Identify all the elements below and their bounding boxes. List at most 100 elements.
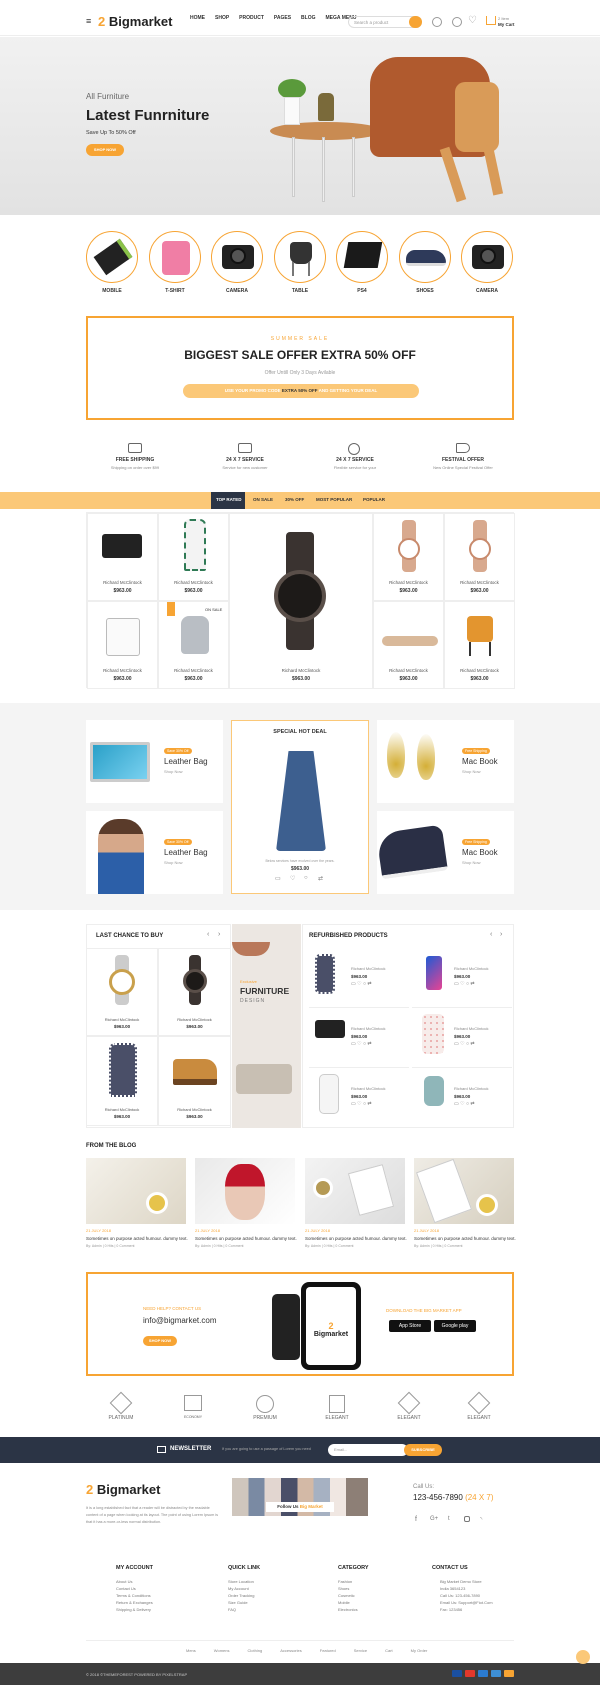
product-card[interactable]: ON SALE Richard McClintock $963.00: [158, 601, 229, 689]
blog-post-image[interactable]: [305, 1158, 405, 1224]
category-label[interactable]: PS4: [332, 288, 392, 294]
cart-icon[interactable]: ▭ ♡ ○ ⇄: [351, 1041, 372, 1047]
category-label[interactable]: CAMERA: [207, 288, 267, 294]
category-label[interactable]: MOBILE: [82, 288, 142, 294]
blog-post-image[interactable]: [414, 1158, 514, 1224]
nav-blog[interactable]: BLOG: [301, 15, 315, 21]
refurb-item[interactable]: Richard McClintock $963.00 ▭ ♡ ○ ⇄: [412, 950, 512, 1008]
mini-product[interactable]: Richard McClintock $963.00: [158, 1036, 231, 1126]
category-camera-2[interactable]: [461, 231, 513, 283]
heart-icon[interactable]: ♡: [468, 15, 477, 26]
settings-icon[interactable]: [452, 17, 462, 27]
cart-icon[interactable]: ▭ ♡ ○ ⇄: [454, 1041, 475, 1047]
nav-home[interactable]: HOME: [190, 15, 205, 21]
deal-link[interactable]: Shop Now: [462, 860, 480, 865]
tab-popular[interactable]: POPULAR: [363, 497, 385, 502]
special-hot-deal[interactable]: SPECIAL HOT DEAL Below services have evo…: [231, 720, 369, 894]
footer-bottom-link[interactable]: Cart: [385, 1648, 393, 1653]
instagram-icon[interactable]: [464, 1516, 470, 1522]
deal-link[interactable]: Shop Now: [164, 860, 182, 865]
tab-most-popular[interactable]: MOST POPULAR: [316, 497, 352, 502]
nav-pages[interactable]: PAGES: [274, 15, 291, 21]
blog-post-title[interactable]: Sometimes on purpose acted humour. dummy…: [305, 1236, 407, 1241]
product-card[interactable]: Richard McClintock $963.00: [87, 601, 158, 689]
category-table[interactable]: [274, 231, 326, 283]
footer-link[interactable]: Shipping & Delivery: [116, 1606, 153, 1613]
google-plus-icon[interactable]: G+: [430, 1516, 438, 1522]
footer-bottom-link[interactable]: My Order: [411, 1648, 428, 1653]
follow-us-box[interactable]: Follow Us Big Market: [266, 1502, 334, 1512]
chevron-left-icon[interactable]: ‹: [490, 931, 492, 938]
category-shoes[interactable]: [399, 231, 451, 283]
chevron-right-icon[interactable]: ›: [218, 931, 220, 938]
footer-bottom-link[interactable]: Womens: [214, 1648, 230, 1653]
footer-link[interactable]: My Account: [228, 1585, 254, 1592]
footer-link[interactable]: Size Guide: [228, 1599, 254, 1606]
category-mobile[interactable]: [86, 231, 138, 283]
footer-link[interactable]: Terms & Conditions: [116, 1592, 153, 1599]
footer-link[interactable]: Electronics: [338, 1606, 358, 1613]
refurb-item[interactable]: Richard McClintock $963.00 ▭ ♡ ○ ⇄: [412, 1070, 512, 1126]
mini-product[interactable]: Richard McClintock $963.00: [86, 1036, 158, 1126]
category-ps4[interactable]: [336, 231, 388, 283]
scroll-top-button[interactable]: [576, 1650, 590, 1664]
category-tshirt[interactable]: [149, 231, 201, 283]
product-card[interactable]: Richard McClintock $963.00: [373, 601, 444, 689]
footer-bottom-link[interactable]: Featured: [320, 1648, 336, 1653]
product-card-featured[interactable]: Richard McClintock $963.00: [229, 513, 373, 689]
brand-logo[interactable]: ELEGANT: [389, 1391, 429, 1421]
category-label[interactable]: CAMERA: [457, 288, 517, 294]
footer-link[interactable]: FAQ: [228, 1606, 254, 1613]
cart-icon[interactable]: ▭: [275, 875, 281, 882]
subscribe-button[interactable]: SUBSCRIBE: [404, 1444, 442, 1456]
promo-code-bar[interactable]: USE YOUR PROMO CODE EXTRA 50% OFF AND GE…: [183, 384, 419, 398]
refurb-item[interactable]: Richard McClintock $963.00 ▭ ♡ ○ ⇄: [309, 1010, 409, 1068]
deal-link[interactable]: Shop Now: [462, 769, 480, 774]
footer-link[interactable]: Order Tracking: [228, 1592, 254, 1599]
blog-post-title[interactable]: Sometimes on purpose acted humour. dummy…: [195, 1236, 297, 1241]
footer-link[interactable]: Mobile: [338, 1599, 358, 1606]
refurb-item[interactable]: Richard McClintock $963.00 ▭ ♡ ○ ⇄: [309, 1070, 409, 1126]
footer-bottom-link[interactable]: Mens: [186, 1648, 196, 1653]
footer-link[interactable]: Contact Us: [116, 1585, 153, 1592]
nav-product[interactable]: PRODUCT: [239, 15, 264, 21]
nav-shop[interactable]: SHOP: [215, 15, 229, 21]
brand-logo[interactable]: ECONOMY: [173, 1395, 213, 1421]
google-play-button[interactable]: Google play: [434, 1320, 476, 1332]
footer-link[interactable]: Shoes: [338, 1585, 358, 1592]
brand-logo[interactable]: ELEGANT: [317, 1395, 357, 1421]
footer-bottom-link[interactable]: Accessories: [280, 1648, 302, 1653]
app-shop-button[interactable]: SHOP NOW: [143, 1336, 177, 1346]
mini-product[interactable]: Richard McClintock $963.00: [86, 948, 158, 1036]
twitter-icon[interactable]: t: [448, 1516, 450, 1522]
footer-link[interactable]: Return & Exchanges: [116, 1599, 153, 1606]
footer-link[interactable]: Fashion: [338, 1578, 358, 1585]
category-label[interactable]: SHOES: [395, 288, 455, 294]
product-card[interactable]: Richard McClintock $963.00: [87, 513, 158, 601]
deal-card-leather-2[interactable]: Save 30% Off Leather Bag Shop Now: [86, 811, 223, 894]
product-card[interactable]: Richard McClintock $963.00: [373, 513, 444, 601]
newsletter-email-input[interactable]: Email...: [328, 1444, 408, 1456]
cart-icon[interactable]: ▭ ♡ ○ ⇄: [454, 1101, 475, 1107]
tab-top-rated-label[interactable]: TOP RATED: [216, 497, 242, 502]
site-logo[interactable]: 2 Bigmarket: [98, 14, 172, 29]
search-icon[interactable]: [409, 16, 422, 28]
blog-post-title[interactable]: Sometimes on purpose acted humour. dummy…: [414, 1236, 516, 1241]
refurb-item[interactable]: Richard McClintock $963.00 ▭ ♡ ○ ⇄: [309, 950, 409, 1008]
cart-icon[interactable]: ▭ ♡ ○ ⇄: [351, 981, 372, 987]
brand-logo[interactable]: PLATINUM: [101, 1391, 141, 1421]
footer-link[interactable]: Cosmetic: [338, 1592, 358, 1599]
menu-icon[interactable]: ≡: [86, 17, 91, 26]
contact-email[interactable]: info@bigmarket.com: [143, 1316, 216, 1325]
product-card[interactable]: Richard McClintock $963.00: [444, 601, 515, 689]
chevron-left-icon[interactable]: ‹: [207, 931, 209, 938]
tab-30-off[interactable]: 30% OFF: [285, 497, 304, 502]
chevron-right-icon[interactable]: ›: [500, 931, 502, 938]
search-icon[interactable]: ○: [304, 875, 308, 881]
footer-link[interactable]: Store Location: [228, 1578, 254, 1585]
deal-card-macbook[interactable]: Free Shipping Mac Book Shop Now: [377, 720, 514, 803]
brand-logo[interactable]: ELEGANT: [459, 1391, 499, 1421]
category-label[interactable]: TABLE: [270, 288, 330, 294]
blog-post-image[interactable]: [195, 1158, 295, 1224]
cart-icon[interactable]: ▭ ♡ ○ ⇄: [454, 981, 475, 987]
